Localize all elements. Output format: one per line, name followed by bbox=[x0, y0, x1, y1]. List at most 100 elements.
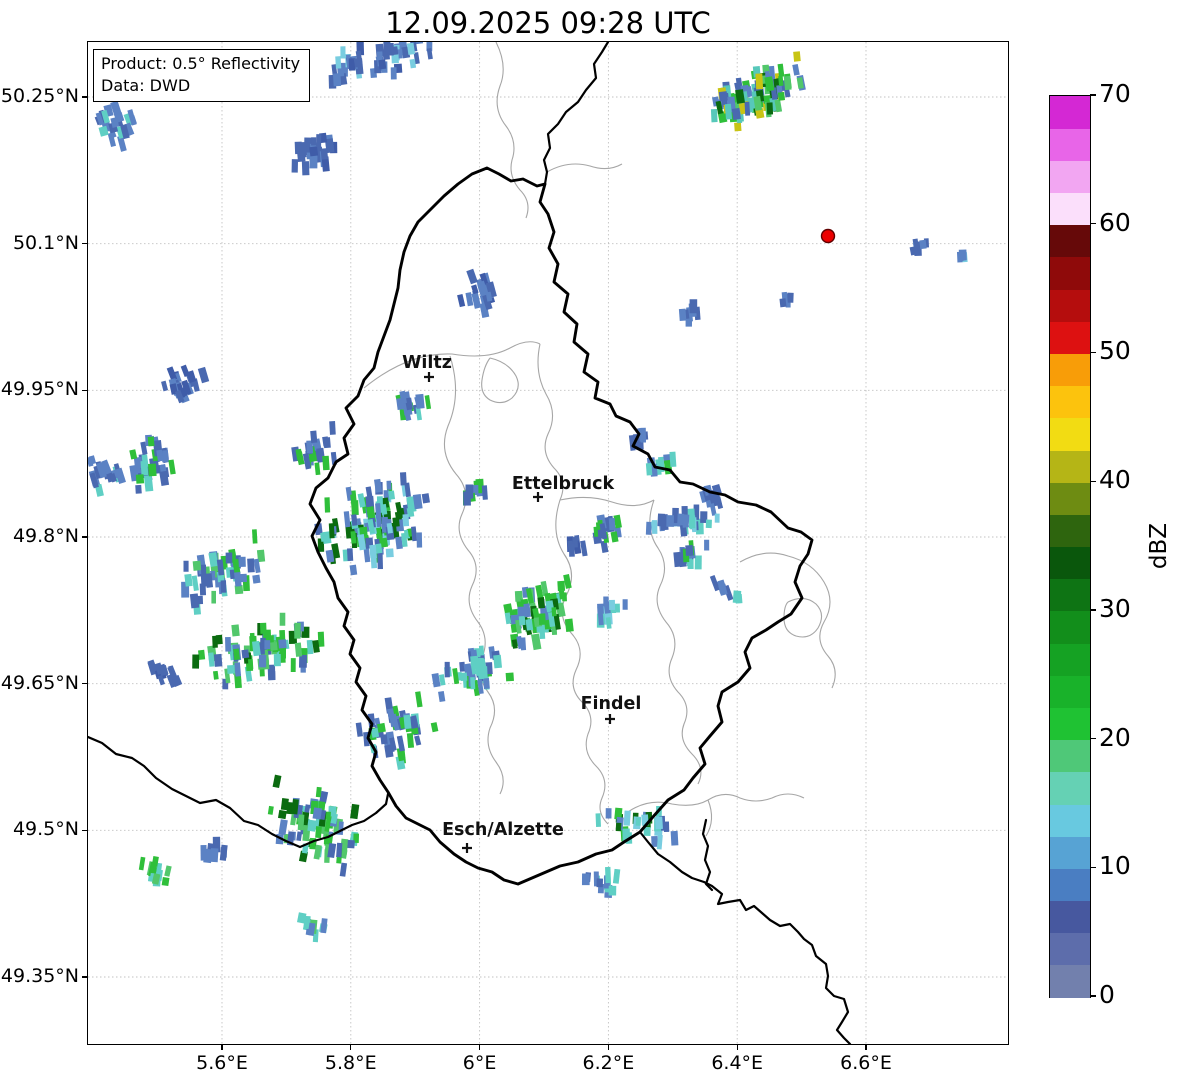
radar-echo-cell bbox=[320, 918, 327, 933]
radar-echo-cell bbox=[391, 67, 397, 79]
radar-echo-cell bbox=[519, 616, 526, 626]
radar-echo-cell bbox=[278, 639, 286, 648]
radar-echo-cell bbox=[221, 580, 227, 592]
radar-echo-cell bbox=[417, 532, 423, 547]
colorbar-tick-label: 70 bbox=[1099, 79, 1131, 108]
radar-echo-cell bbox=[200, 845, 206, 861]
radar-echo-cell bbox=[356, 722, 363, 736]
radar-echo-cell bbox=[377, 553, 383, 569]
radar-echo-cell bbox=[340, 46, 345, 58]
radar-echo-cell bbox=[624, 811, 631, 826]
radar-echo-cell bbox=[582, 873, 590, 885]
product-info-line: Data: DWD bbox=[101, 75, 300, 97]
radar-echo-cell bbox=[214, 654, 222, 667]
colorbar-tick bbox=[1090, 609, 1096, 610]
radar-echo-cell bbox=[309, 146, 318, 156]
radar-echo-cell bbox=[403, 715, 411, 729]
colorbar-tick-label: 40 bbox=[1099, 465, 1131, 494]
colorbar-band bbox=[1050, 579, 1090, 612]
radar-echo-cell bbox=[506, 673, 514, 682]
radar-echo-cell bbox=[483, 678, 490, 689]
country-border-france-germany bbox=[640, 832, 850, 1044]
radar-echo-cell bbox=[250, 633, 255, 641]
colorbar-band bbox=[1050, 257, 1090, 290]
city-marker-icon bbox=[462, 843, 472, 853]
lon-tick-label: 5.8°E bbox=[296, 1052, 406, 1074]
radar-echo-cell bbox=[690, 299, 698, 313]
radar-echo-cell bbox=[226, 553, 233, 564]
radar-echo-cell bbox=[657, 514, 665, 527]
dbz-axis-label: dBZ bbox=[1146, 522, 1172, 568]
radar-echo-cell bbox=[400, 472, 407, 485]
axis-tick bbox=[608, 1045, 609, 1050]
radar-echo-cell bbox=[216, 635, 223, 645]
radar-echo-cell bbox=[210, 848, 218, 862]
radar-echo-cell bbox=[596, 878, 603, 887]
colorbar-band bbox=[1050, 450, 1090, 483]
district-border bbox=[628, 794, 804, 812]
radar-echo-cell bbox=[274, 654, 281, 666]
radar-echo-cell bbox=[719, 91, 728, 101]
radar-echo-cell bbox=[792, 64, 800, 76]
radar-echo-cell bbox=[466, 269, 478, 285]
radar-echo-cell bbox=[414, 735, 421, 745]
radar-echo-cell bbox=[416, 407, 422, 420]
radar-echo-cell bbox=[482, 485, 488, 500]
radar-echo-cell bbox=[347, 548, 353, 561]
map-plot-area: WiltzEttelbruckFindelEsch/Alzette Produc… bbox=[87, 41, 1009, 1045]
radar-echo-cell bbox=[734, 122, 741, 131]
colorbar-tick-label: 50 bbox=[1099, 336, 1131, 365]
axis-tick bbox=[82, 683, 87, 684]
lat-tick-label: 49.5°N bbox=[0, 818, 79, 840]
colorbar-band bbox=[1050, 707, 1090, 740]
radar-echo-cell bbox=[460, 672, 467, 681]
colorbar-band bbox=[1050, 160, 1090, 193]
radar-echo-cell bbox=[310, 431, 317, 443]
radar-echo-cell bbox=[335, 56, 341, 69]
radar-echo-cell bbox=[415, 691, 423, 707]
radar-echo-cell bbox=[787, 293, 794, 303]
city-label: Esch/Alzette bbox=[442, 820, 564, 840]
colorbar-band bbox=[1050, 482, 1090, 515]
colorbar-band bbox=[1050, 547, 1090, 580]
radar-echo-cell bbox=[431, 722, 439, 732]
radar-echo-cell bbox=[201, 565, 206, 575]
country-borders bbox=[88, 42, 850, 1044]
product-info-box: Product: 0.5° Reflectivity Data: DWD bbox=[93, 49, 310, 102]
colorbar-band bbox=[1050, 289, 1090, 322]
colorbar-band bbox=[1050, 965, 1090, 998]
lon-tick-label: 6°E bbox=[425, 1052, 535, 1074]
radar-echo-cell bbox=[148, 463, 157, 476]
radar-echo-cell bbox=[605, 867, 611, 883]
radar-echo-cell bbox=[380, 734, 387, 744]
radar-echo-cell bbox=[685, 545, 693, 556]
radar-echo-cell bbox=[296, 451, 304, 465]
radar-echo-cell bbox=[778, 92, 785, 101]
radar-echo-cell bbox=[646, 463, 652, 475]
map-canvas: WiltzEttelbruckFindelEsch/Alzette bbox=[88, 42, 1008, 1044]
radar-echo-cell bbox=[388, 490, 395, 499]
radar-echo-cell bbox=[425, 395, 431, 409]
product-info-line: Product: 0.5° Reflectivity bbox=[101, 53, 300, 75]
radar-echo-cell bbox=[320, 532, 328, 542]
radar-echo-cell bbox=[347, 840, 354, 849]
radar-echo-cell bbox=[609, 886, 617, 896]
radar-echo-cell bbox=[479, 646, 484, 656]
radar-echo-cell bbox=[192, 654, 199, 668]
colorbar-band bbox=[1050, 772, 1090, 805]
colorbar-tick bbox=[1090, 738, 1096, 739]
radar-echo-cell bbox=[291, 658, 296, 672]
radar-echo-cell bbox=[270, 642, 278, 651]
radar-echo-cell bbox=[309, 155, 317, 168]
radar-echo-cell bbox=[565, 619, 574, 632]
radar-echo-cell bbox=[735, 594, 742, 604]
radar-echo-cell bbox=[457, 294, 465, 307]
radar-echo-cell bbox=[329, 421, 336, 435]
radar-echo-cell bbox=[371, 557, 377, 569]
colorbar-tick bbox=[1090, 94, 1096, 95]
radar-echo-cell bbox=[470, 677, 475, 689]
radar-echo-cell bbox=[369, 545, 377, 559]
radar-echo-cell bbox=[239, 557, 246, 567]
colorbar-tick-label: 60 bbox=[1099, 208, 1131, 237]
city-marker-icon bbox=[605, 714, 615, 724]
